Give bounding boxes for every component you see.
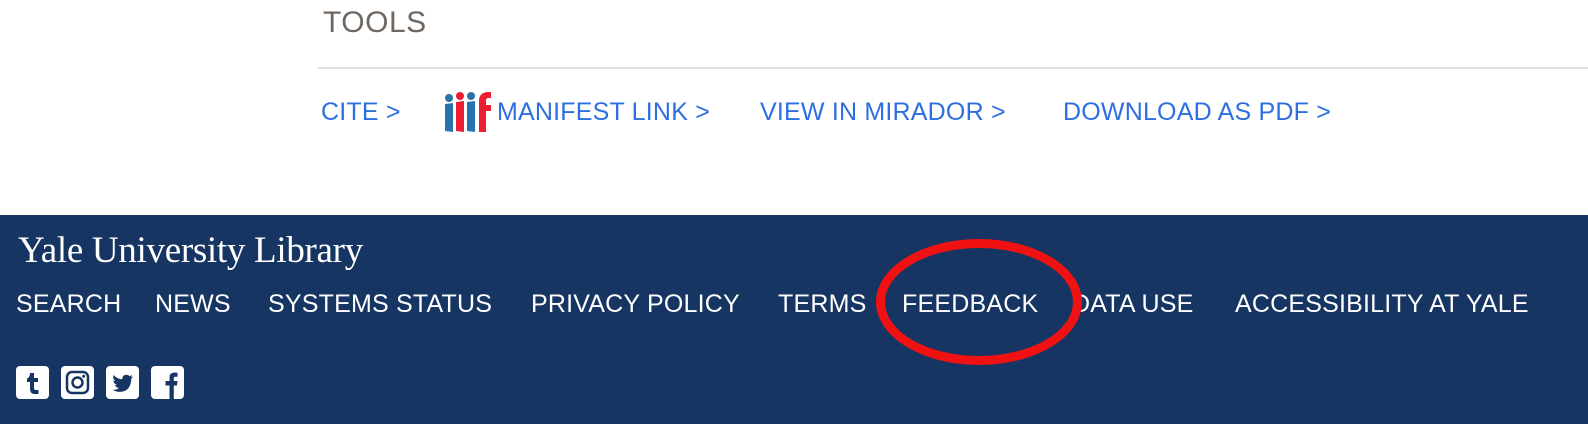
- footer-link-privacy-policy[interactable]: PRIVACY POLICY: [531, 285, 740, 323]
- tools-section: TOOLS CITE > MANIFEST LINK > VIEW IN MIR…: [0, 0, 1588, 218]
- yale-library-logo[interactable]: Yale University Library: [18, 229, 363, 272]
- iiif-logo-icon[interactable]: [443, 91, 493, 135]
- instagram-icon[interactable]: [61, 366, 94, 399]
- footer-link-terms[interactable]: TERMS: [778, 285, 867, 323]
- footer-link-feedback[interactable]: FEEDBACK: [902, 285, 1038, 323]
- tools-divider: [318, 67, 1588, 69]
- tools-heading: TOOLS: [323, 6, 427, 39]
- cite-link[interactable]: CITE >: [321, 92, 401, 132]
- twitter-icon[interactable]: [106, 366, 139, 399]
- footer-link-news[interactable]: NEWS: [155, 285, 231, 323]
- footer-link-data-use[interactable]: DATA USE: [1072, 285, 1194, 323]
- manifest-link[interactable]: MANIFEST LINK >: [497, 92, 710, 132]
- footer-link-systems-status[interactable]: SYSTEMS STATUS: [268, 285, 492, 323]
- footer-link-accessibility[interactable]: ACCESSIBILITY AT YALE: [1235, 285, 1529, 323]
- download-pdf-link[interactable]: DOWNLOAD AS PDF >: [1063, 92, 1331, 132]
- footer-link-search[interactable]: SEARCH: [16, 285, 121, 323]
- footer-nav: SEARCH NEWS SYSTEMS STATUS PRIVACY POLIC…: [0, 285, 1588, 323]
- tumblr-icon[interactable]: [16, 366, 49, 399]
- view-in-mirador-link[interactable]: VIEW IN MIRADOR >: [760, 92, 1006, 132]
- facebook-icon[interactable]: [151, 366, 184, 399]
- site-footer: Yale University Library SEARCH NEWS SYST…: [0, 215, 1588, 424]
